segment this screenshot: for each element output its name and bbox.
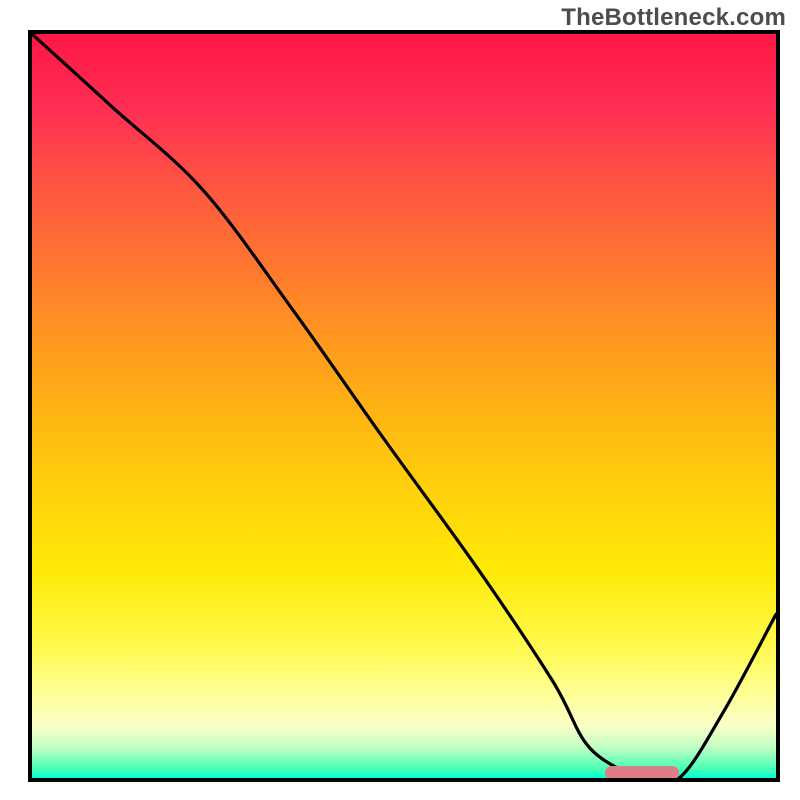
- bottleneck-curve: [32, 34, 776, 778]
- watermark-text: TheBottleneck.com: [561, 4, 786, 32]
- plot-area: [28, 30, 780, 782]
- optimal-range-marker: [605, 766, 679, 780]
- chart-container: TheBottleneck.com: [0, 0, 800, 800]
